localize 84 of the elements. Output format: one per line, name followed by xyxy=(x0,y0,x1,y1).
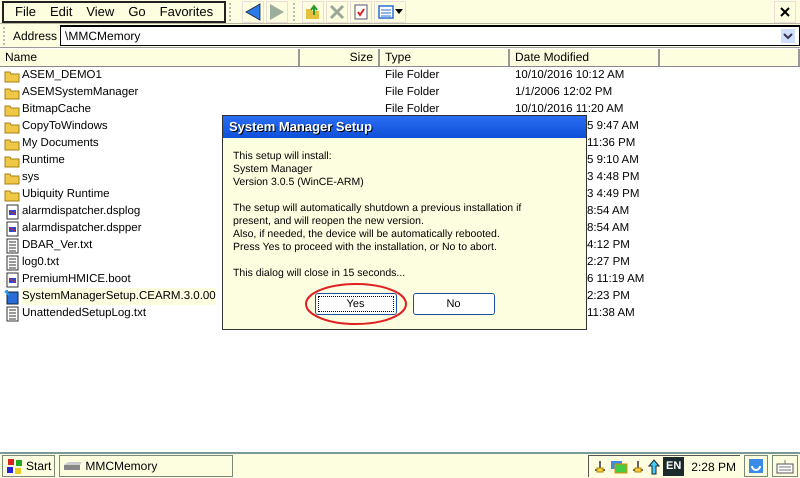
dialog-text: This dialog will close in 15 seconds... xyxy=(233,267,406,280)
dialog-button[interactable]: Yes xyxy=(314,293,396,315)
start-button[interactable]: Start xyxy=(2,455,56,477)
type-cell: File Folder xyxy=(385,86,440,98)
text-file-icon xyxy=(4,306,20,322)
close-button[interactable] xyxy=(774,0,796,22)
file-name[interactable]: ASEM_DEMO1 xyxy=(22,67,102,84)
file-name[interactable]: PremiumHMICE.boot xyxy=(22,271,131,288)
date-cell-text: 10/10/2016 11:20 AM xyxy=(514,102,624,117)
column-header[interactable]: Type xyxy=(380,49,510,66)
type-cell: File Folder xyxy=(385,69,440,81)
date-cell-text: 6 11:19 AM xyxy=(587,272,644,287)
dialog-text: This setup will install: System Manager Version 3.0.5 (WinCE-ARM) xyxy=(233,150,365,189)
keyboard-icon xyxy=(776,458,794,474)
column-header[interactable]: Name xyxy=(0,49,300,66)
date-cell-text: 11:36 PM xyxy=(587,136,636,151)
date-cell-text: 2:27 PM xyxy=(587,255,630,270)
caret-icon xyxy=(395,8,404,14)
file-name[interactable]: BitmapCache xyxy=(22,101,92,118)
windows-logo-icon xyxy=(6,458,24,474)
date-cell-text: 8:54 AM xyxy=(587,221,630,236)
clock: 2:28 PM xyxy=(691,458,736,476)
date-cell-text: 3 4:49 PM xyxy=(587,187,640,202)
dialog-button[interactable]: No xyxy=(412,293,494,315)
file-name[interactable]: log0.txt xyxy=(22,254,60,271)
date-cell-text: 1/1/2006 12:02 PM xyxy=(514,85,612,100)
network-icon[interactable] xyxy=(631,460,646,474)
file-name[interactable]: alarmdispatcher.dspper xyxy=(22,220,142,237)
type-cell: File Folder xyxy=(385,103,440,115)
date-cell-text: 2:23 PM xyxy=(587,289,630,304)
column-header[interactable]: Date Modified xyxy=(510,49,660,66)
views-icon xyxy=(377,2,396,20)
desktop-icon xyxy=(748,458,764,474)
desktop-button[interactable] xyxy=(744,455,768,477)
file-name[interactable]: CopyToWindows xyxy=(22,118,108,135)
dialog-text: The setup will automatically shutdown a previous installation if present, and will reopen the new version. Also, if needed, the device will be automatically rebooted. Press Yes to proceed with the installation, or No to abort. xyxy=(233,202,522,254)
file-name[interactable]: Ubiquity Runtime xyxy=(22,186,110,203)
file-name[interactable]: Runtime xyxy=(22,152,65,169)
menu-item[interactable]: Favorites xyxy=(152,2,220,22)
date-cell-text: 5 9:10 AM xyxy=(587,153,639,168)
taskbar-button[interactable]: MMCMemory xyxy=(59,455,234,477)
file-icon xyxy=(4,220,20,236)
delete-icon xyxy=(328,2,346,20)
date-cell-text: 10/10/2016 10:12 AM xyxy=(514,68,624,83)
file-icon xyxy=(4,204,20,220)
language-indicator[interactable]: EN xyxy=(663,457,684,476)
setup-file-icon xyxy=(4,288,20,304)
forward-arrow-icon xyxy=(268,2,286,20)
menu-item[interactable]: Edit xyxy=(42,2,80,22)
file-name[interactable]: sys xyxy=(22,169,40,186)
address-label: Address xyxy=(12,28,58,44)
back-arrow-icon xyxy=(244,2,262,20)
properties-button[interactable] xyxy=(350,0,372,22)
dropdown-icon[interactable] xyxy=(781,29,795,43)
file-name[interactable]: My Documents xyxy=(22,135,99,152)
menu-item[interactable]: Go xyxy=(121,2,153,22)
date-cell-text: 3 4:48 PM xyxy=(587,170,640,185)
file-icon xyxy=(4,272,20,288)
date-cell-text: 5 9:47 AM xyxy=(587,119,639,134)
file-name[interactable]: alarmdispatcher.dsplog xyxy=(22,203,140,220)
column-header[interactable]: Size xyxy=(300,49,380,66)
keyboard-button[interactable] xyxy=(772,455,798,477)
date-cell-text: 8:54 AM xyxy=(587,204,630,219)
menu-item[interactable]: File xyxy=(8,2,43,22)
network-icon[interactable] xyxy=(593,460,608,474)
dialog-title: System Manager Setup xyxy=(223,116,586,138)
drive-icon xyxy=(63,460,84,472)
file-name[interactable]: DBAR_Ver.txt xyxy=(22,237,92,254)
menu-item[interactable]: View xyxy=(79,2,122,22)
up-arrow-icon[interactable] xyxy=(648,458,660,474)
text-file-icon xyxy=(4,254,20,270)
address-value: \MMCMemory xyxy=(65,28,142,45)
file-name[interactable]: UnattendedSetupLog.txt xyxy=(22,305,146,322)
file-name[interactable]: SystemManagerSetup.CEARM.3.0.00 xyxy=(22,288,216,305)
date-cell-text: 11:38 AM xyxy=(587,306,635,321)
folder-up-button[interactable] xyxy=(302,0,324,22)
address-field[interactable]: \MMCMemory xyxy=(60,25,800,46)
back-arrow-button[interactable] xyxy=(242,0,264,22)
properties-icon xyxy=(352,2,370,20)
text-file-icon xyxy=(4,238,20,254)
close-icon xyxy=(779,6,791,18)
views-button[interactable] xyxy=(374,0,406,22)
date-cell-text: 4:12 PM xyxy=(587,238,630,253)
file-name[interactable]: ASEMSystemManager xyxy=(22,84,138,101)
